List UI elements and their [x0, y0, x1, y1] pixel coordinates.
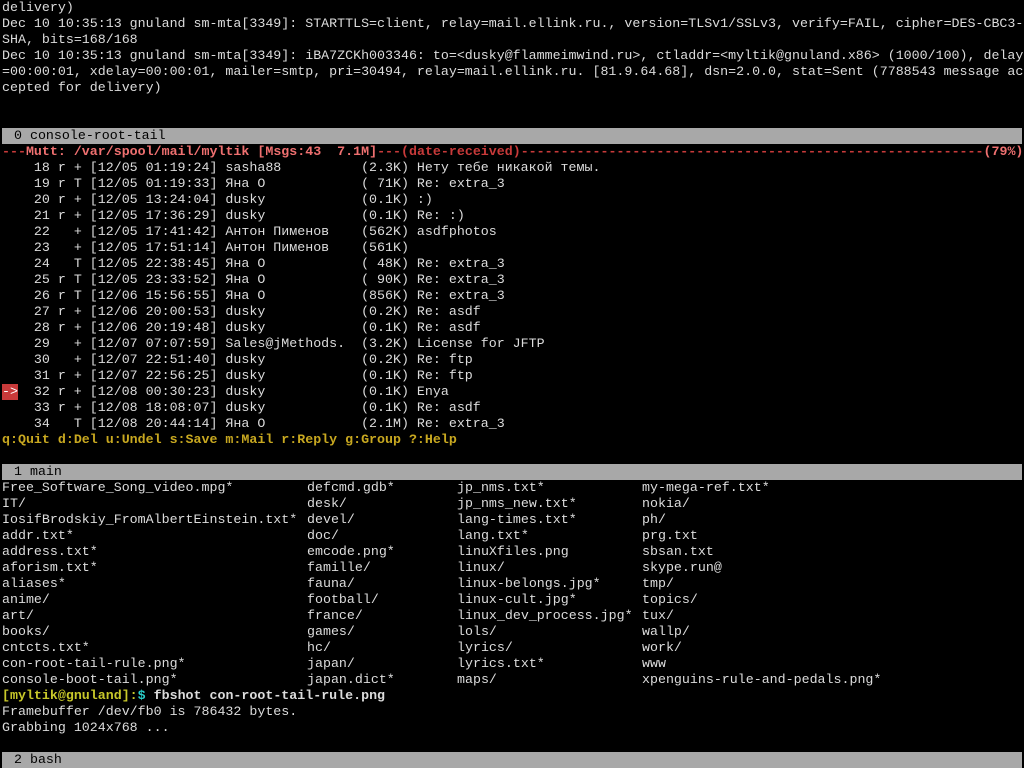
mutt-row[interactable]: 34 T [12/08 20:44:14] Яна О (2.1M) Re: e…	[2, 416, 1022, 432]
mutt-footer-keys: q:Quit d:Del u:Undel s:Save m:Mail r:Rep…	[2, 432, 1022, 448]
mutt-row[interactable]: 18 r + [12/05 01:19:24] sasha88 (2.3K) Н…	[2, 160, 1022, 176]
mutt-row[interactable]: 27 r + [12/06 20:00:53] dusky (0.2K) Re:…	[2, 304, 1022, 320]
mutt-row[interactable]: 30 + [12/07 22:51:40] dusky (0.2K) Re: f…	[2, 352, 1022, 368]
mutt-row[interactable]: 28 r + [12/06 20:19:48] dusky (0.1K) Re:…	[2, 320, 1022, 336]
mutt-row[interactable]: 26 r T [12/06 15:56:55] Яна О (856K) Re:…	[2, 288, 1022, 304]
pane-label-1: 1 main	[2, 464, 1022, 480]
mutt-row[interactable]: 25 r T [12/05 23:33:52] Яна О ( 90K) Re:…	[2, 272, 1022, 288]
mutt-row[interactable]: 29 + [12/07 07:07:59] Sales@jMethods. (3…	[2, 336, 1022, 352]
ls-listing: Free_Software_Song_video.mpg* IT/ IosifB…	[2, 480, 1022, 688]
pane-label-0: 0 console-root-tail	[2, 128, 1022, 144]
bash-prompt-line[interactable]: [myltik@gnuland]:$ fbshot con-root-tail-…	[2, 688, 1022, 704]
pane-label-2: 2 bash	[2, 752, 1022, 768]
mutt-row[interactable]: 33 r + [12/08 18:08:07] dusky (0.1K) Re:…	[2, 400, 1022, 416]
mutt-row[interactable]: 24 T [12/05 22:38:45] Яна О ( 48K) Re: e…	[2, 256, 1022, 272]
mutt-message-list[interactable]: 18 r + [12/05 01:19:24] sasha88 (2.3K) Н…	[2, 160, 1022, 432]
mutt-row[interactable]: 21 r + [12/05 17:36:29] dusky (0.1K) Re:…	[2, 208, 1022, 224]
syslog-output: delivery) Dec 10 10:35:13 gnuland sm-mta…	[2, 0, 1022, 96]
mutt-row[interactable]: 20 r + [12/05 13:24:04] dusky (0.1K) :)	[2, 192, 1022, 208]
mutt-row[interactable]: 23 + [12/05 17:51:14] Антон Пименов (561…	[2, 240, 1022, 256]
mutt-header: ---Mutt: /var/spool/mail/myltik [Msgs:43…	[2, 144, 1022, 160]
bash-output: Grabbing 1024x768 ...	[2, 720, 1022, 736]
mutt-row[interactable]: 22 + [12/05 17:41:42] Антон Пименов (562…	[2, 224, 1022, 240]
mutt-row[interactable]: 31 r + [12/07 22:56:25] dusky (0.1K) Re:…	[2, 368, 1022, 384]
mutt-row[interactable]: 19 r T [12/05 01:19:33] Яна О ( 71K) Re:…	[2, 176, 1022, 192]
bash-output: Framebuffer /dev/fb0 is 786432 bytes.	[2, 704, 1022, 720]
mutt-row[interactable]: -> 32 r + [12/08 00:30:23] dusky (0.1K) …	[2, 384, 1022, 400]
